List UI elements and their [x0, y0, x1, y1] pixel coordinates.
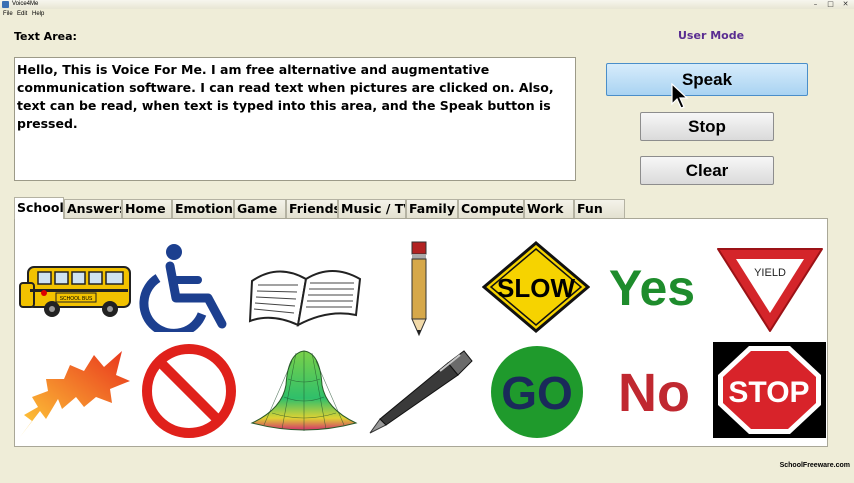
no-picture[interactable]: No: [600, 357, 712, 423]
stop-button[interactable]: Stop: [640, 112, 774, 141]
tab-emotions[interactable]: Emotions: [172, 199, 234, 218]
yield-sign-picture[interactable]: YIELD: [714, 243, 826, 333]
title-bar: Voice4Me – □ ✕: [0, 0, 854, 9]
go-sign-picture[interactable]: GO: [481, 343, 593, 441]
yield-text: YIELD: [754, 267, 786, 279]
picture-panel: SCHOOL BUS SLOW Yes YIELD GO No STOP: [14, 218, 828, 447]
menu-help[interactable]: Help: [32, 11, 44, 17]
mouse-cursor-icon: [671, 82, 689, 109]
close-icon[interactable]: ✕: [841, 0, 850, 9]
slow-sign-picture[interactable]: SLOW: [482, 241, 590, 333]
tab-school[interactable]: School: [14, 197, 64, 219]
yes-text: Yes: [609, 260, 695, 315]
tab-family[interactable]: Family: [406, 199, 458, 218]
tab-game[interactable]: Game: [234, 199, 286, 218]
text-area-label: Text Area:: [14, 30, 77, 43]
bell-picture[interactable]: [248, 349, 360, 433]
stop-sign-picture[interactable]: STOP: [713, 342, 826, 438]
user-mode-label: User Mode: [678, 29, 745, 42]
window-title: Voice4Me: [12, 1, 39, 7]
shooting-star-picture[interactable]: [18, 341, 132, 441]
window-controls: – □ ✕: [811, 0, 850, 9]
no-symbol-picture[interactable]: [136, 343, 242, 439]
tab-answers[interactable]: Answers: [64, 199, 122, 218]
menu-bar: File Edit Help: [0, 9, 854, 19]
no-text: No: [618, 363, 690, 423]
tab-fun[interactable]: Fun: [574, 199, 625, 218]
app-icon: [2, 1, 9, 8]
speech-text-area[interactable]: Hello, This is Voice For Me. I am free a…: [14, 57, 576, 181]
tab-music-tv[interactable]: Music / TV: [338, 199, 406, 218]
clear-button[interactable]: Clear: [640, 156, 774, 185]
footer-website: SchoolFreeware.com: [779, 462, 850, 469]
yes-picture[interactable]: Yes: [596, 255, 712, 315]
school-bus-picture[interactable]: SCHOOL BUS: [18, 259, 134, 321]
tab-computer[interactable]: Computer: [458, 199, 524, 218]
pen-picture[interactable]: [366, 347, 478, 437]
maximize-icon[interactable]: □: [826, 0, 835, 9]
slow-text: SLOW: [497, 273, 575, 303]
menu-file[interactable]: File: [3, 11, 13, 17]
stop-text: STOP: [728, 376, 809, 409]
go-text: GO: [501, 367, 573, 419]
tab-home[interactable]: Home: [122, 199, 172, 218]
open-book-picture[interactable]: [248, 259, 364, 331]
pencil-picture[interactable]: [408, 241, 430, 337]
bus-sign-text: SCHOOL BUS: [60, 296, 93, 302]
speak-button[interactable]: Speak: [606, 63, 808, 96]
category-tabs: School Answers Home Emotions Game Friend…: [14, 197, 625, 219]
minimize-icon[interactable]: –: [811, 0, 820, 9]
wheelchair-picture[interactable]: [136, 242, 242, 332]
tab-work[interactable]: Work: [524, 199, 574, 218]
tab-friends[interactable]: Friends: [286, 199, 338, 218]
menu-edit[interactable]: Edit: [17, 11, 27, 17]
